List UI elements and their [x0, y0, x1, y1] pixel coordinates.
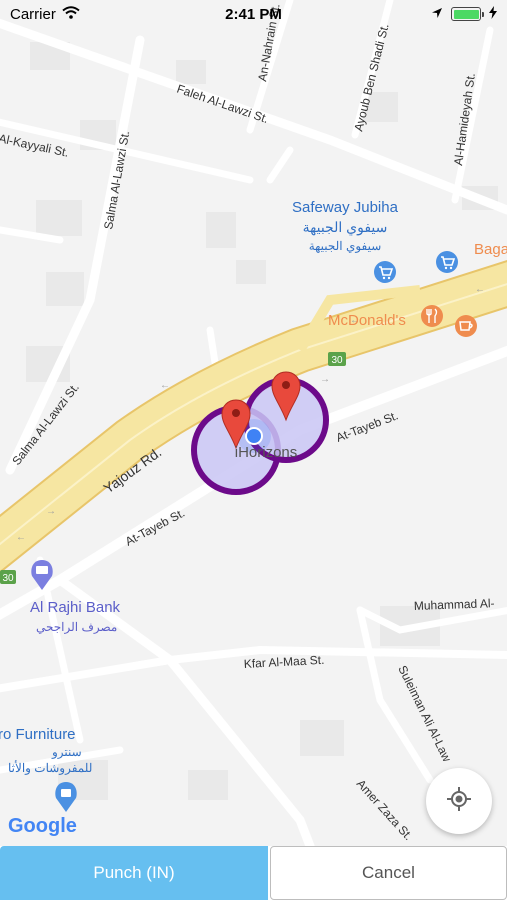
google-logo: Google — [8, 815, 77, 837]
cancel-button[interactable]: Cancel — [270, 846, 507, 900]
poi-label-alrajhi-ar: مصرف الراجحي — [36, 620, 117, 634]
charging-bolt-icon — [489, 5, 497, 23]
poi-label-safeway-ar2: سيفوي الجبيهة — [309, 239, 382, 253]
status-bar: Carrier 2:41 PM — [0, 0, 507, 28]
wifi-icon — [62, 5, 80, 23]
svg-text:30: 30 — [2, 573, 14, 584]
my-location-button[interactable] — [426, 768, 492, 834]
center-label: iHorizons — [235, 444, 298, 461]
svg-text:→: → — [46, 506, 56, 517]
poi-label-furniture-en: ro Furniture — [0, 726, 76, 743]
punch-in-button[interactable]: Punch (IN) — [0, 846, 268, 900]
status-right — [431, 5, 497, 23]
route-shield-1: 30 — [328, 352, 346, 366]
street-label-muhammad: Muhammad Al- — [414, 596, 495, 613]
route-shield-2: 30 — [0, 570, 16, 584]
status-left: Carrier — [10, 6, 80, 23]
restaurant-icon — [421, 305, 443, 327]
poi-label-safeway-en: Safeway Jubiha — [292, 199, 399, 216]
poi-label-furniture-ar1: سنترو — [51, 745, 82, 759]
svg-text:←: ← — [160, 380, 170, 391]
crosshair-icon — [446, 786, 472, 817]
carrier-label: Carrier — [10, 5, 56, 23]
shopping-cart-icon — [374, 261, 396, 283]
svg-text:30: 30 — [331, 355, 343, 366]
svg-text:←: ← — [16, 532, 26, 543]
poi-label-baga: Baga — [474, 241, 507, 258]
location-arrow-icon — [431, 6, 443, 23]
battery-icon — [451, 7, 484, 21]
poi-label-safeway-ar1: سيفوي الجبيهة — [303, 219, 388, 236]
svg-text:→: → — [320, 374, 330, 385]
poi-label-alrajhi-en: Al Rajhi Bank — [30, 599, 121, 616]
map-canvas[interactable]: ← ← ← ← → → 30 30 Faleh Al-Lawzi St. An-… — [0, 0, 507, 846]
poi-label-mcdonalds: McDonald's — [328, 312, 406, 329]
cafe-icon — [455, 315, 477, 337]
svg-text:←: ← — [475, 284, 485, 295]
map-view[interactable]: ← ← ← ← → → 30 30 Faleh Al-Lawzi St. An-… — [0, 0, 507, 846]
action-bar: Punch (IN) Cancel — [0, 846, 507, 900]
battery-fill — [453, 9, 479, 19]
shopping-cart-icon — [436, 251, 458, 273]
poi-label-furniture-ar2: للمفروشات والأثا — [8, 760, 92, 775]
